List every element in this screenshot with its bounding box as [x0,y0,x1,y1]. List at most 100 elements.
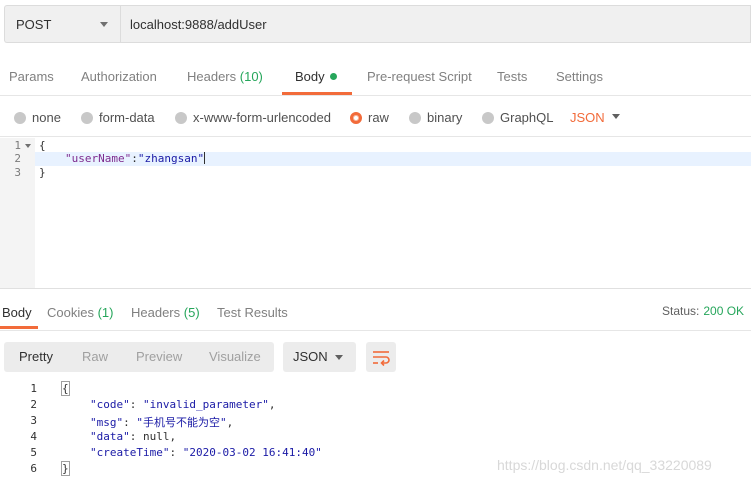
json-key: "msg" [90,416,124,429]
radio-none[interactable]: none [14,110,61,125]
code-line: 4 "data": null, [0,430,751,446]
radio-raw[interactable]: raw [350,110,389,125]
tab-label: Pre-request Script [367,69,472,84]
radio-label: raw [368,110,389,125]
tab-test-results[interactable]: Test Results [217,305,288,320]
active-tab-indicator [0,326,38,329]
code-line: 1 { [0,381,751,398]
radio-circle-icon [409,111,421,124]
tab-body[interactable]: Body [295,69,337,84]
request-tabs: Params Authorization Headers (10) Body P… [0,62,751,96]
tab-label: Tests [497,69,528,84]
json-comma: , [268,398,276,411]
tab-tests[interactable]: Tests [497,69,527,84]
radio-binary[interactable]: binary [409,110,462,125]
line-number: 3 [14,166,21,179]
line-number: 2 [14,152,21,165]
active-tab-indicator [282,92,352,95]
tab-label: Params [9,69,54,84]
response-tabs: Body Cookies (1) Headers (5) Test Result… [0,289,751,331]
line-number: 3 [30,414,37,427]
radio-selected-icon [350,111,362,124]
response-format-select[interactable]: JSON [283,342,356,372]
tab-label: Test Results [217,305,288,320]
code-text: { [61,381,70,396]
modified-dot-icon [329,73,337,80]
json-value: "invalid_parameter" [143,398,269,411]
view-mode-visualize[interactable]: Visualize [209,349,261,364]
radio-circle-icon [81,111,93,124]
code-line: 1 { [0,139,751,153]
code-text: "code": "invalid_parameter", [90,398,276,411]
json-key: "createTime" [90,446,170,459]
line-number: 1 [30,382,37,395]
line-number: 1 [14,139,21,152]
status-label: Status: [662,304,700,318]
view-mode-segmented-control: Pretty Raw Preview Visualize [4,342,274,372]
tab-count: (5) [183,305,200,320]
radio-circle-icon [482,111,494,124]
json-key: "userName" [65,152,132,165]
json-comma: , [226,416,234,429]
http-method-select[interactable]: POST [4,5,120,43]
watermark-text: https://blog.csdn.net/qq_33220089 [497,457,712,473]
tab-headers[interactable]: Headers (10) [187,69,263,84]
radio-circle-icon [14,111,26,124]
chevron-down-icon [335,355,343,360]
line-number: 4 [30,430,37,443]
radio-form-data[interactable]: form-data [81,110,155,125]
code-line: 2 "code": "invalid_parameter", [0,398,751,414]
code-line: 3 "msg": "手机号不能为空", [0,414,751,430]
json-key: "data" [90,430,130,443]
tab-label: Headers [131,305,181,320]
code-line: 2 "userName":"zhangsan" [0,152,751,166]
json-key: "code" [90,398,130,411]
radio-label: x-www-form-urlencoded [193,110,331,125]
request-url-input[interactable]: localhost:9888/addUser [120,5,751,43]
tab-settings[interactable]: Settings [556,69,603,84]
radio-circle-icon [175,111,187,124]
status-value[interactable]: 200 OK [703,304,744,318]
view-mode-raw[interactable]: Raw [82,349,108,364]
tab-label: Headers [187,69,237,84]
json-value: "手机号不能为空" [136,416,227,429]
format-label: JSON [293,349,328,364]
tab-label: Settings [556,69,603,84]
tab-pre-request-script[interactable]: Pre-request Script [367,69,472,84]
wrap-lines-icon [373,351,390,367]
code-text: "msg": "手机号不能为空", [90,416,234,429]
tab-response-headers[interactable]: Headers (5) [131,305,200,320]
view-mode-preview[interactable]: Preview [136,349,182,364]
response-status: Status: 200 OK [662,304,744,318]
code-text: "data": null, [90,430,177,443]
tab-authorization[interactable]: Authorization [81,69,157,84]
code-line: 3 } [0,166,751,180]
tab-response-body[interactable]: Body [2,305,32,320]
tab-label: Cookies [47,305,94,320]
fold-arrow-icon[interactable] [25,144,31,148]
wrap-lines-button[interactable] [366,342,396,372]
json-value: null [143,430,170,443]
json-brace: { [61,381,70,396]
code-text: } [61,461,70,476]
code-text: { [39,139,46,152]
response-toolbar: Pretty Raw Preview Visualize JSON [0,332,751,380]
tab-params[interactable]: Params [9,69,54,84]
tab-cookies[interactable]: Cookies (1) [47,305,113,320]
radio-graphql[interactable]: GraphQL [482,110,553,125]
view-mode-pretty[interactable]: Pretty [19,349,53,364]
code-text: "createTime": "2020-03-02 16:41:40" [90,446,322,459]
tab-count: (1) [97,305,114,320]
request-body-editor[interactable]: 1 { 2 "userName":"zhangsan" 3 } [0,138,751,288]
json-value: "zhangsan" [137,152,205,165]
json-comma: , [169,430,177,443]
line-number: 2 [30,398,37,411]
chevron-down-icon[interactable] [612,114,620,119]
radio-label: none [32,110,61,125]
radio-x-www-form-urlencoded[interactable]: x-www-form-urlencoded [175,110,331,125]
body-type-options: none form-data x-www-form-urlencoded raw… [0,97,751,137]
body-language-select[interactable]: JSON [570,110,605,125]
json-colon: : [131,152,138,165]
line-number: 5 [30,446,37,459]
tab-count: (10) [239,69,263,84]
